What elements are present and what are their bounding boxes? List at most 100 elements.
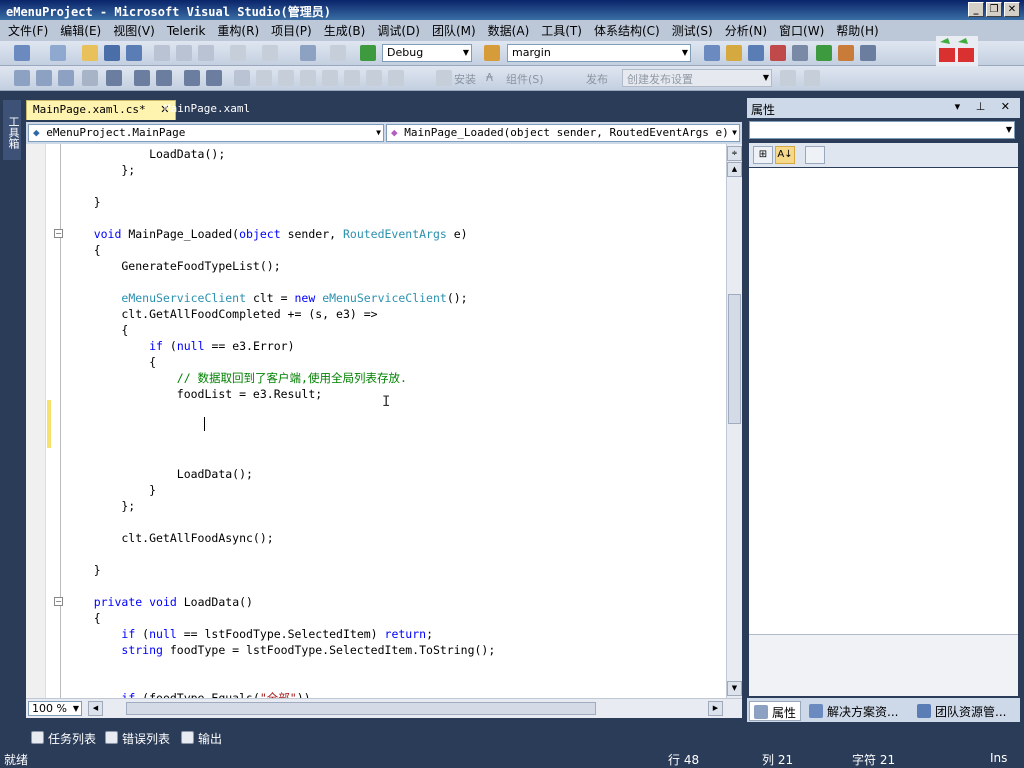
restore-button[interactable]: ❐ bbox=[986, 2, 1002, 17]
code-line: eMenuServiceClient clt = new eMenuServic… bbox=[66, 290, 467, 306]
start-debugging-icon[interactable] bbox=[360, 45, 376, 61]
comment-lines-icon[interactable] bbox=[184, 70, 200, 86]
code-line: LoadData(); bbox=[66, 466, 253, 482]
menu-debug[interactable]: 调试(D) bbox=[371, 22, 426, 39]
solution-configuration-combo[interactable]: Debug ▼ bbox=[382, 44, 472, 62]
paste-icon[interactable] bbox=[198, 45, 214, 61]
vertical-scroll-thumb[interactable] bbox=[728, 294, 741, 424]
find-combo[interactable]: margin ▼ bbox=[507, 44, 691, 62]
horizontal-scroll-thumb[interactable] bbox=[126, 702, 596, 715]
install-label[interactable]: 安装 bbox=[454, 71, 476, 87]
copy-icon[interactable] bbox=[176, 45, 192, 61]
panel-buttons[interactable]: ▾ ⊥ ✕ bbox=[955, 100, 1016, 113]
component-icon[interactable]: ₳ bbox=[486, 71, 493, 84]
object-selector-combo[interactable]: ▼ bbox=[749, 121, 1015, 139]
align-rights-icon[interactable] bbox=[58, 70, 74, 86]
code-editor[interactable]: − − I LoadData(); }; } void MainPage_Loa… bbox=[26, 144, 726, 698]
add-item-icon[interactable] bbox=[50, 45, 66, 61]
comment-icon[interactable] bbox=[106, 70, 122, 86]
tab-error-list[interactable]: 错误列表 bbox=[102, 727, 174, 747]
property-pages-icon[interactable] bbox=[805, 146, 825, 164]
font-size-icon[interactable] bbox=[82, 70, 98, 86]
menu-edit[interactable]: 编辑(E) bbox=[54, 22, 107, 39]
menu-test[interactable]: 测试(S) bbox=[666, 22, 719, 39]
extension-manager-icon[interactable] bbox=[816, 45, 832, 61]
command-window-icon[interactable] bbox=[860, 45, 876, 61]
save-all-icon[interactable] bbox=[126, 45, 142, 61]
publish-settings-icon[interactable] bbox=[780, 70, 796, 86]
menu-help[interactable]: 帮助(H) bbox=[830, 22, 884, 39]
scroll-down-icon[interactable]: ▼ bbox=[727, 681, 742, 696]
align-centers-icon[interactable] bbox=[36, 70, 52, 86]
tab-properties[interactable]: 属性 bbox=[749, 701, 802, 721]
menu-tools[interactable]: 工具(T) bbox=[535, 22, 588, 39]
clear-bookmarks-icon[interactable] bbox=[388, 70, 404, 86]
minimize-button[interactable]: _ bbox=[968, 2, 984, 17]
collapse-icon[interactable]: − bbox=[54, 597, 63, 606]
undo-icon[interactable] bbox=[230, 45, 246, 61]
menu-analyze[interactable]: 分析(N) bbox=[719, 22, 773, 39]
publish-icon[interactable] bbox=[804, 70, 820, 86]
bookmark-icon[interactable] bbox=[234, 70, 250, 86]
tools-icon[interactable] bbox=[792, 45, 808, 61]
toolbox-tab[interactable]: 工具箱 bbox=[3, 100, 21, 160]
new-project-icon[interactable] bbox=[14, 45, 30, 61]
cut-icon[interactable] bbox=[154, 45, 170, 61]
menu-bar: 文件(F) 编辑(E) 视图(V) Telerik 重构(R) 项目(P) 生成… bbox=[0, 20, 1024, 41]
align-lefts-icon[interactable] bbox=[14, 70, 30, 86]
next-bookmark-folder-icon[interactable] bbox=[322, 70, 338, 86]
publish-label[interactable]: 发布 bbox=[586, 71, 608, 87]
menu-project[interactable]: 项目(P) bbox=[265, 22, 318, 39]
open-file-icon[interactable] bbox=[82, 45, 98, 61]
scroll-left-icon[interactable]: ◀ bbox=[88, 701, 103, 716]
navigate-forward-icon[interactable] bbox=[330, 45, 346, 61]
install-icon[interactable] bbox=[436, 70, 452, 86]
publish-settings-combo[interactable]: 创建发布设置 ▼ bbox=[622, 69, 772, 87]
previous-bookmark-icon[interactable] bbox=[256, 70, 272, 86]
close-button[interactable]: ✕ bbox=[1004, 2, 1020, 17]
object-browser-icon[interactable] bbox=[748, 45, 764, 61]
menu-architecture[interactable]: 体系结构(C) bbox=[588, 22, 666, 39]
save-icon[interactable] bbox=[104, 45, 120, 61]
properties-window-icon[interactable] bbox=[726, 45, 742, 61]
menu-view[interactable]: 视图(V) bbox=[107, 22, 161, 39]
data-sources-icon[interactable] bbox=[838, 45, 854, 61]
property-grid[interactable] bbox=[749, 168, 1018, 634]
class-combo[interactable]: ◆ eMenuProject.MainPage ▼ bbox=[28, 124, 384, 142]
navigate-backward-icon[interactable] bbox=[300, 45, 316, 61]
scroll-right-icon[interactable]: ▶ bbox=[708, 701, 723, 716]
menu-team[interactable]: 团队(M) bbox=[426, 22, 482, 39]
menu-telerik[interactable]: Telerik bbox=[161, 24, 212, 38]
toolbox-icon[interactable] bbox=[770, 45, 786, 61]
menu-file[interactable]: 文件(F) bbox=[2, 22, 54, 39]
tab-output[interactable]: 输出 bbox=[178, 727, 226, 747]
redo-icon[interactable] bbox=[262, 45, 278, 61]
tab-task-list[interactable]: 任务列表 bbox=[28, 727, 100, 747]
increase-indent-icon[interactable] bbox=[156, 70, 172, 86]
find-in-files-icon[interactable] bbox=[484, 45, 500, 61]
component-label[interactable]: 组件(S) bbox=[506, 71, 544, 87]
menu-build[interactable]: 生成(B) bbox=[318, 22, 372, 39]
tab-solution-explorer[interactable]: 解决方案资... bbox=[805, 701, 902, 721]
menu-refactor[interactable]: 重构(R) bbox=[211, 22, 265, 39]
tab-mainpage-xaml[interactable]: MainPage.xaml bbox=[158, 100, 256, 120]
next-bookmark-icon[interactable] bbox=[278, 70, 294, 86]
member-combo[interactable]: ◆ MainPage_Loaded(object sender, RoutedE… bbox=[386, 124, 740, 142]
tab-team-explorer[interactable]: 团队资源管... bbox=[913, 701, 1010, 721]
menu-window[interactable]: 窗口(W) bbox=[773, 22, 830, 39]
scroll-up-icon[interactable]: ▲ bbox=[727, 162, 742, 177]
next-bookmark-document-icon[interactable] bbox=[366, 70, 382, 86]
categorized-icon[interactable]: ⊞ bbox=[753, 146, 773, 164]
decrease-indent-icon[interactable] bbox=[134, 70, 150, 86]
editor-vertical-scrollbar[interactable]: ≑ ▲ ▼ bbox=[726, 144, 742, 698]
uncomment-lines-icon[interactable] bbox=[206, 70, 222, 86]
previous-bookmark-folder-icon[interactable] bbox=[300, 70, 316, 86]
split-handle-icon[interactable]: ≑ bbox=[727, 146, 742, 161]
alphabetical-icon[interactable]: A↓ bbox=[775, 146, 795, 164]
solution-explorer-icon[interactable] bbox=[704, 45, 720, 61]
tab-mainpage-xaml-cs[interactable]: MainPage.xaml.cs* ✕ bbox=[26, 100, 177, 120]
zoom-combo[interactable]: 100 % ▼ bbox=[28, 701, 82, 716]
menu-data[interactable]: 数据(A) bbox=[482, 22, 536, 39]
collapse-icon[interactable]: − bbox=[54, 229, 63, 238]
previous-bookmark-document-icon[interactable] bbox=[344, 70, 360, 86]
